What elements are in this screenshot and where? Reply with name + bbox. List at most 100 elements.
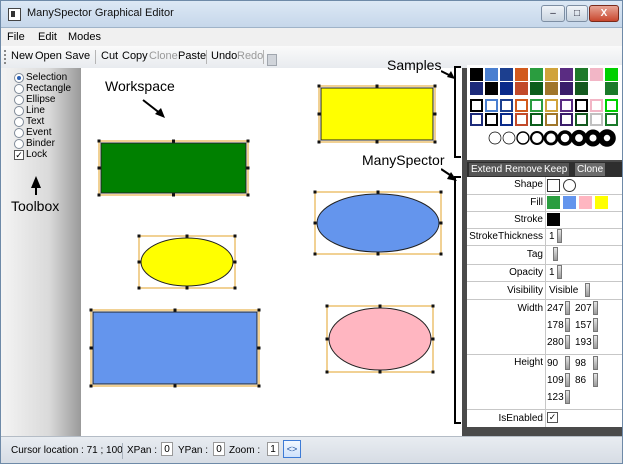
- fill-color-swatch[interactable]: [547, 196, 560, 209]
- visibility-value[interactable]: Visible: [549, 285, 578, 296]
- height-stepper[interactable]: [565, 356, 570, 370]
- new-button[interactable]: New: [11, 50, 33, 62]
- stroke-sample-swatch[interactable]: [515, 99, 528, 112]
- resize-handle[interactable]: [433, 140, 437, 144]
- stroke-thickness-sample[interactable]: [516, 131, 530, 145]
- stroke-sample-swatch[interactable]: [590, 99, 603, 112]
- width-stepper[interactable]: [593, 318, 598, 332]
- fill-sample-swatch[interactable]: [575, 82, 588, 95]
- rectangle-shape[interactable]: [100, 142, 247, 194]
- stroke-thickness-sample[interactable]: [502, 131, 516, 145]
- stroke-thickness-sample[interactable]: [598, 129, 616, 147]
- width-value[interactable]: 247: [547, 303, 564, 314]
- resize-handle[interactable]: [137, 234, 141, 238]
- stroke-thickness-sample[interactable]: [557, 130, 573, 146]
- fill-sample-swatch[interactable]: [485, 82, 498, 95]
- paste-button[interactable]: Paste: [178, 50, 206, 62]
- resize-handle[interactable]: [173, 308, 177, 312]
- width-value[interactable]: 178: [547, 320, 564, 331]
- height-value[interactable]: 90: [547, 358, 558, 369]
- keep-button[interactable]: Keep: [542, 163, 570, 176]
- toggle-panel-button[interactable]: <>: [283, 440, 301, 458]
- ellipse-shape[interactable]: [140, 237, 234, 287]
- resize-handle[interactable]: [97, 193, 101, 197]
- fill-color-swatch[interactable]: [579, 196, 592, 209]
- resize-handle[interactable]: [185, 234, 189, 238]
- width-stepper[interactable]: [593, 301, 598, 315]
- stroke-sample-swatch[interactable]: [530, 113, 543, 126]
- resize-handle[interactable]: [89, 308, 93, 312]
- maximize-button[interactable]: □: [566, 5, 588, 22]
- resize-handle[interactable]: [233, 234, 237, 238]
- resize-handle[interactable]: [376, 252, 380, 256]
- resize-handle[interactable]: [375, 140, 379, 144]
- height-value[interactable]: 123: [547, 392, 564, 403]
- height-value[interactable]: 109: [547, 375, 564, 386]
- width-stepper[interactable]: [565, 301, 570, 315]
- height-stepper[interactable]: [565, 373, 570, 387]
- fill-color-swatch[interactable]: [563, 196, 576, 209]
- resize-handle[interactable]: [172, 193, 175, 197]
- tag-stepper[interactable]: [553, 247, 558, 261]
- opacity-value[interactable]: 1: [549, 267, 555, 278]
- resize-handle[interactable]: [246, 166, 250, 170]
- fill-sample-swatch[interactable]: [530, 82, 543, 95]
- fill-sample-swatch[interactable]: [470, 68, 483, 81]
- height-stepper[interactable]: [593, 373, 598, 387]
- resize-handle[interactable]: [313, 252, 317, 256]
- resize-handle[interactable]: [246, 193, 250, 197]
- resize-handle[interactable]: [325, 304, 329, 308]
- resize-handle[interactable]: [378, 304, 382, 308]
- stroke-sample-swatch[interactable]: [560, 113, 573, 126]
- stroke-sample-swatch[interactable]: [605, 113, 618, 126]
- height-stepper[interactable]: [565, 390, 570, 404]
- resize-handle[interactable]: [137, 260, 141, 264]
- stroke-sample-swatch[interactable]: [470, 113, 483, 126]
- toolbar-grip[interactable]: [4, 50, 8, 64]
- radio-icon[interactable]: [14, 73, 24, 83]
- ellipse-shape[interactable]: [316, 193, 440, 253]
- resize-handle[interactable]: [325, 337, 329, 341]
- resize-handle[interactable]: [313, 190, 317, 194]
- remove-button[interactable]: Remove: [503, 163, 545, 176]
- resize-handle[interactable]: [233, 286, 237, 290]
- zoom-input[interactable]: 1: [267, 442, 279, 456]
- resize-handle[interactable]: [431, 304, 435, 308]
- minimize-button[interactable]: –: [541, 5, 565, 22]
- redo-button[interactable]: Redo: [237, 50, 263, 62]
- resize-handle[interactable]: [97, 166, 101, 170]
- lock-checkbox[interactable]: ✓: [14, 150, 24, 160]
- width-stepper[interactable]: [565, 335, 570, 349]
- fill-sample-swatch[interactable]: [590, 82, 603, 95]
- resize-handle[interactable]: [431, 337, 435, 341]
- stroke-thickness-sample[interactable]: [543, 130, 559, 146]
- stroke-sample-swatch[interactable]: [470, 99, 483, 112]
- resize-handle[interactable]: [431, 370, 435, 374]
- fill-sample-swatch[interactable]: [470, 82, 483, 95]
- width-stepper[interactable]: [593, 335, 598, 349]
- width-value[interactable]: 207: [575, 303, 592, 314]
- stroke-sample-swatch[interactable]: [605, 99, 618, 112]
- resize-handle[interactable]: [257, 384, 261, 388]
- fill-sample-swatch[interactable]: [485, 68, 498, 81]
- fill-sample-swatch[interactable]: [530, 68, 543, 81]
- fill-sample-swatch[interactable]: [515, 82, 528, 95]
- resize-handle[interactable]: [173, 384, 177, 388]
- stroke-sample-swatch[interactable]: [575, 113, 588, 126]
- radio-icon[interactable]: [14, 106, 24, 116]
- stroke-sample-swatch[interactable]: [545, 99, 558, 112]
- fill-sample-swatch[interactable]: [545, 68, 558, 81]
- height-stepper[interactable]: [593, 356, 598, 370]
- stroke-sample-swatch[interactable]: [515, 113, 528, 126]
- resize-handle[interactable]: [376, 190, 380, 194]
- fill-sample-swatch[interactable]: [605, 82, 618, 95]
- height-value[interactable]: 86: [575, 375, 586, 386]
- open-button[interactable]: Open: [35, 50, 62, 62]
- stroke-sample-swatch[interactable]: [590, 113, 603, 126]
- fill-sample-swatch[interactable]: [560, 68, 573, 81]
- stroke-sample-swatch[interactable]: [560, 99, 573, 112]
- resize-handle[interactable]: [317, 140, 321, 144]
- resize-handle[interactable]: [317, 84, 321, 88]
- fill-sample-swatch[interactable]: [500, 68, 513, 81]
- resize-handle[interactable]: [257, 346, 261, 350]
